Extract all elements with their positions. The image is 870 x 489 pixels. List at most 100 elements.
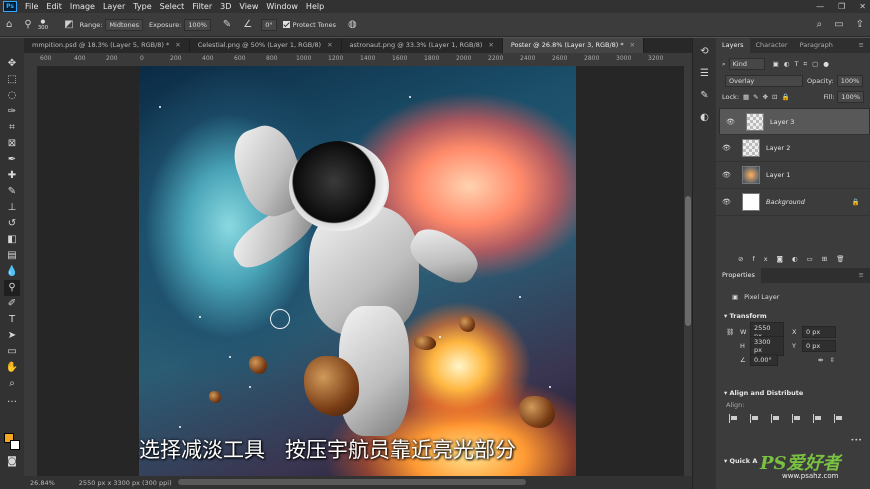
layer-row[interactable]: 👁 Layer 1 [716,162,870,189]
opacity-input[interactable]: 100% [836,75,864,87]
trash-icon[interactable]: 🗑 [836,255,853,263]
scroll-thumb[interactable] [685,196,691,326]
layer-row[interactable]: 👁 Layer 2 [716,135,870,162]
pressure-size-icon[interactable]: ◍ [348,19,357,30]
align-right-icon[interactable] [771,414,780,423]
frame-tool-icon[interactable]: ⊠ [4,136,20,152]
panel-menu-icon[interactable]: ≡ [853,268,870,283]
tab-mmpition[interactable]: mmpition.psd @ 18.3% (Layer 5, RGB/8) * ✕ [24,38,190,53]
menu-image[interactable]: Image [66,2,99,11]
quick-select-tool-icon[interactable]: ✑ [4,104,20,120]
brush-preset-picker[interactable]: ● 300 [38,19,49,31]
properties-title[interactable]: Properties [716,268,761,283]
layer-kind-select[interactable]: Kind [728,58,765,70]
lock-icons[interactable]: ▦✎✥⊡🔒 [743,93,794,101]
workspace-icon[interactable]: ▭ [834,19,843,30]
history-brush-icon[interactable]: ↺ [4,216,20,232]
menu-window[interactable]: Window [262,2,302,11]
angle-input[interactable]: 0° [261,18,277,31]
dodge-tool-icon[interactable]: ⚲ [4,280,20,296]
search-icon[interactable]: ⌕ [817,19,823,30]
height-input[interactable]: 3300 px [750,336,784,356]
link-layers-icon[interactable]: ⊘ [738,255,752,263]
shape-tool-icon[interactable]: ▭ [4,344,20,360]
visibility-eye-icon[interactable]: 👁 [722,198,736,206]
layer-row[interactable]: 👁 Background 🔒 [716,189,870,216]
flip-icons[interactable]: ⇹⇳ [818,356,841,364]
new-layer-icon[interactable]: ⊞ [822,255,836,263]
align-header[interactable]: ▾ Align and Distribute [716,385,809,399]
marquee-tool-icon[interactable]: ⬚ [4,72,20,88]
more-options-icon[interactable]: ••• [850,436,862,444]
layer-actions[interactable]: ⊘ fx ◙ ◐ ▭ ⊞ 🗑 [732,252,859,266]
eyedropper-tool-icon[interactable]: ✒ [4,152,20,168]
gradient-tool-icon[interactable]: ▤ [4,248,20,264]
crop-tool-icon[interactable]: ⌗ [4,120,20,136]
tab-close-icon[interactable]: ✕ [630,38,635,53]
more-tools-icon[interactable]: … [4,392,20,408]
zoom-tool-icon[interactable]: ⌕ [4,376,20,392]
poster-artwork[interactable] [139,66,576,476]
minimize-icon[interactable]: — [816,0,824,13]
tab-paragraph[interactable]: Paragraph [794,38,839,53]
lasso-tool-icon[interactable]: ◌ [4,88,20,104]
pen-tool-icon[interactable]: ✐ [4,296,20,312]
fill-input[interactable]: 100% [837,91,864,103]
menu-3d[interactable]: 3D [216,2,235,11]
range-select[interactable]: Midtones [105,18,144,31]
angle-input[interactable]: 0.00° [750,354,778,366]
tab-close-icon[interactable]: ✕ [175,38,180,53]
tab-astronaut[interactable]: astronaut.png @ 33.3% (Layer 1, RGB/8) ✕ [342,38,503,53]
layer-row[interactable]: 👁 Layer 3 [719,108,870,135]
fx-icon[interactable]: fx [752,255,776,263]
tab-layers[interactable]: Layers [716,38,750,53]
x-input[interactable]: 0 px [802,326,836,338]
move-tool-icon[interactable]: ✥ [4,56,20,72]
vertical-scrollbar[interactable] [684,66,692,476]
horizontal-scrollbar[interactable] [178,479,526,485]
stamp-tool-icon[interactable]: ⊥ [4,200,20,216]
quick-mask-icon[interactable]: ◙ [4,454,20,470]
align-middle-icon[interactable] [813,414,822,423]
align-left-icon[interactable] [729,414,738,423]
share-icon[interactable]: ⇪ [856,19,864,30]
maximize-icon[interactable]: ❐ [838,0,845,13]
brush-panel-icon[interactable]: ✎ [697,88,713,104]
transform-header[interactable]: ▾ Transform [716,308,773,322]
menu-type[interactable]: Type [129,2,155,11]
airbrush-icon[interactable]: ✎ [223,19,231,30]
menu-layer[interactable]: Layer [99,2,129,11]
exposure-input[interactable]: 100% [184,18,211,31]
brush-tool-icon[interactable]: ✎ [4,184,20,200]
panel-menu-icon[interactable]: ≡ [853,38,870,53]
blur-tool-icon[interactable]: 💧 [4,264,20,280]
menu-help[interactable]: Help [302,2,328,11]
adjustment-icon[interactable]: ◐ [792,255,807,263]
tab-celestial[interactable]: Celestial.png @ 50% (Layer 1, RGB/8) ✕ [190,38,342,53]
menu-filter[interactable]: Filter [188,2,216,11]
hand-tool-icon[interactable]: ✋ [4,360,20,376]
home-icon[interactable]: ⌂ [6,19,12,30]
tab-close-icon[interactable]: ✕ [327,38,332,53]
y-input[interactable]: 0 px [802,340,836,352]
styles-panel-icon[interactable]: ◐ [697,110,713,126]
group-icon[interactable]: ▭ [807,255,822,263]
path-select-tool-icon[interactable]: ➤ [4,328,20,344]
menu-edit[interactable]: Edit [42,2,66,11]
type-tool-icon[interactable]: T [4,312,20,328]
zoom-level[interactable]: 26.84% [30,479,55,487]
align-bottom-icon[interactable] [834,414,843,423]
menu-file[interactable]: File [21,2,42,11]
align-center-icon[interactable] [750,414,759,423]
quick-actions-header[interactable]: ▾ Quick A [716,453,763,467]
dodge-tool-icon[interactable]: ⚲ [24,19,31,30]
align-top-icon[interactable] [792,414,801,423]
menu-select[interactable]: Select [156,2,189,11]
layer-filter-icons[interactable]: ▣◐T⌗▢● [773,60,834,69]
brush-settings-icon[interactable]: ◩ [64,19,73,30]
menu-view[interactable]: View [235,2,262,11]
blend-mode-select[interactable]: Overlay [725,75,803,87]
protect-tones-checkbox[interactable]: Protect Tones [282,21,336,29]
mask-icon[interactable]: ◙ [777,255,792,263]
close-icon[interactable]: ✕ [859,0,866,13]
